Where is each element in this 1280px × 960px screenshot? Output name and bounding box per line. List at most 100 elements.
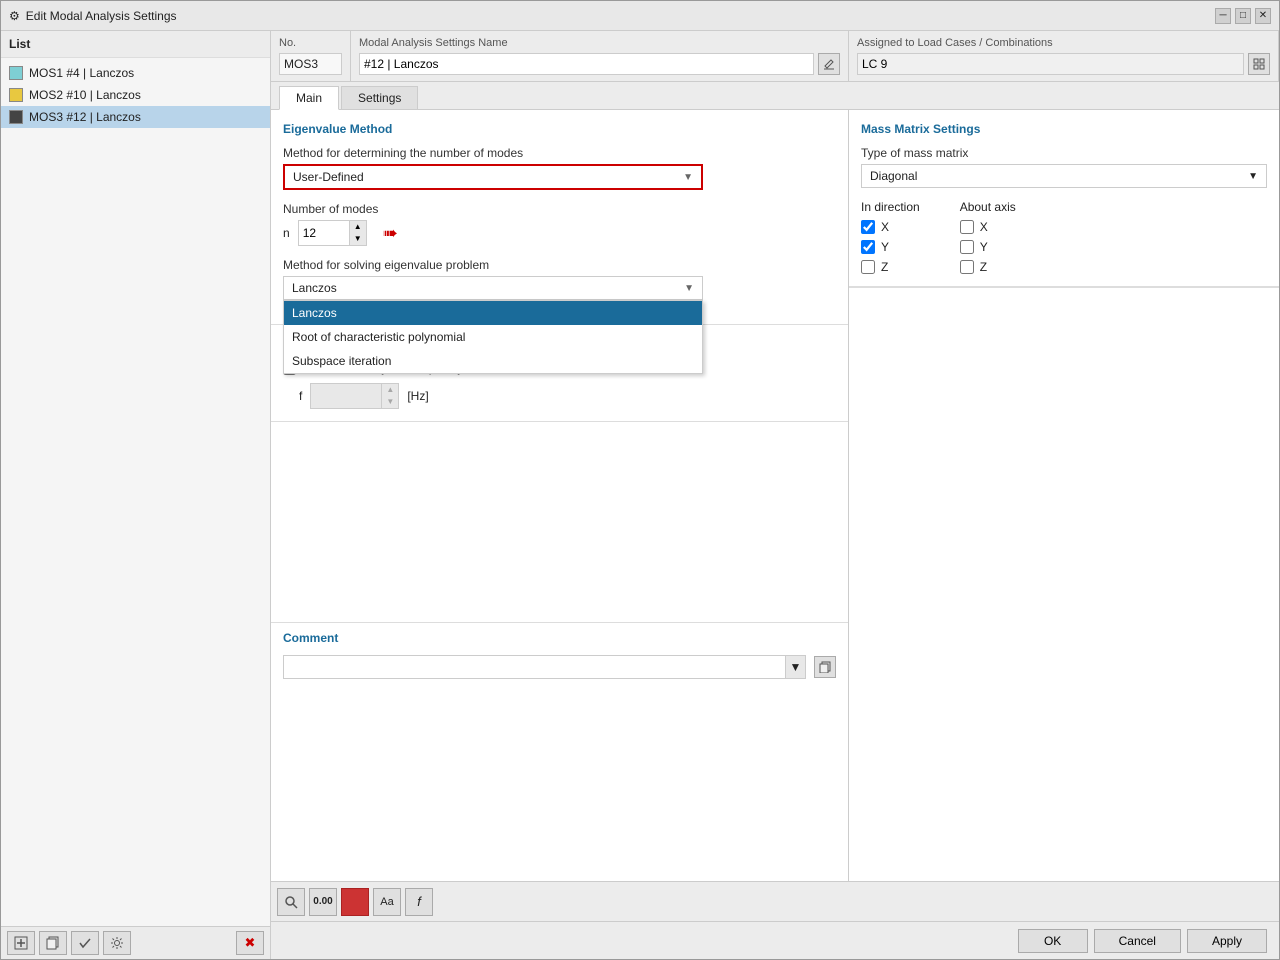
list-item[interactable]: MOS2 #10 | Lanczos — [1, 84, 270, 106]
main-window: ⚙ Edit Modal Analysis Settings ─ □ ✕ Lis… — [0, 0, 1280, 960]
freq-increment-button[interactable]: ▲ — [382, 384, 398, 396]
list-item[interactable]: MOS1 #4 | Lanczos — [1, 62, 270, 84]
comment-dropdown-arrow[interactable]: ▼ — [785, 656, 805, 678]
mass-type-value: Diagonal — [870, 169, 917, 183]
n-label: n — [283, 226, 290, 240]
modes-row: n ▲ ▼ ➠ — [283, 220, 836, 246]
axis-x-checkbox[interactable] — [960, 220, 974, 234]
no-cell: No. MOS3 — [271, 31, 351, 81]
about-axis-col: About axis X Y — [960, 200, 1016, 274]
assigned-input-row — [857, 53, 1270, 75]
assigned-grid-button[interactable] — [1248, 53, 1270, 75]
mass-type-dropdown[interactable]: Diagonal ▼ — [861, 164, 1267, 188]
comment-input[interactable] — [284, 657, 785, 677]
eigenvalue-section: Eigenvalue Method Method for determining… — [271, 110, 848, 325]
axis-y-label: Y — [980, 240, 988, 254]
direction-x-checkbox[interactable] — [861, 220, 875, 234]
dialog-footer: OK Cancel Apply — [271, 921, 1279, 959]
direction-z-label: Z — [881, 260, 888, 274]
direction-y-label: Y — [881, 240, 889, 254]
direction-y-checkbox[interactable] — [861, 240, 875, 254]
eigenvalue-dropdown[interactable]: Lanczos ▼ — [283, 276, 703, 300]
tab-settings[interactable]: Settings — [341, 86, 418, 109]
add-button[interactable] — [7, 931, 35, 955]
eigenvalue-dropdown-arrow: ▼ — [684, 283, 694, 294]
formula-button[interactable]: f — [405, 888, 433, 916]
assigned-input[interactable] — [857, 53, 1244, 75]
window-icon: ⚙ — [9, 9, 20, 23]
color-indicator — [9, 110, 23, 124]
left-panel: List MOS1 #4 | Lanczos MOS2 #10 | Lanczo… — [1, 31, 271, 959]
assigned-cell: Assigned to Load Cases / Combinations — [849, 31, 1279, 81]
copy-button[interactable] — [39, 931, 67, 955]
list-item-selected[interactable]: MOS3 #12 | Lanczos — [1, 106, 270, 128]
maximize-button[interactable]: □ — [1235, 8, 1251, 24]
settings-button[interactable] — [103, 931, 131, 955]
titlebar: ⚙ Edit Modal Analysis Settings ─ □ ✕ — [1, 1, 1279, 31]
hz-label: [Hz] — [407, 389, 428, 403]
direction-x-row: X — [861, 220, 920, 234]
eigenvalue-problem-field-group: Method for solving eigenvalue problem La… — [283, 258, 836, 300]
f-label: f — [299, 389, 302, 403]
delete-button[interactable]: ✖ — [236, 931, 264, 955]
freq-decrement-button[interactable]: ▼ — [382, 396, 398, 408]
cancel-button[interactable]: Cancel — [1094, 929, 1181, 953]
list-header: List — [1, 31, 270, 58]
axis-y-checkbox[interactable] — [960, 240, 974, 254]
validate-button[interactable] — [71, 931, 99, 955]
list-item-label: MOS2 #10 | Lanczos — [29, 88, 141, 102]
eigenvalue-option-subspace[interactable]: Subspace iteration — [284, 349, 702, 373]
modes-spinbox: ▲ ▼ — [298, 220, 367, 246]
method-dropdown-arrow: ▼ — [683, 172, 693, 183]
comment-row: ▼ — [283, 655, 836, 679]
name-edit-button[interactable] — [818, 53, 840, 75]
ok-button[interactable]: OK — [1018, 929, 1088, 953]
minimize-button[interactable]: ─ — [1215, 8, 1231, 24]
direction-z-checkbox[interactable] — [861, 260, 875, 274]
name-label: Modal Analysis Settings Name — [359, 37, 840, 49]
close-button[interactable]: ✕ — [1255, 8, 1271, 24]
arrow-annotation: ➠ — [383, 223, 398, 244]
mass-matrix-panel: Mass Matrix Settings Type of mass matrix… — [849, 110, 1279, 881]
mass-matrix-empty-section — [849, 287, 1279, 587]
name-input[interactable] — [359, 53, 814, 75]
name-input-row — [359, 53, 840, 75]
color-button[interactable] — [341, 888, 369, 916]
number-format-button[interactable]: 0.00 — [309, 888, 337, 916]
search-button[interactable] — [277, 888, 305, 916]
axis-z-label: Z — [980, 260, 987, 274]
bottom-toolbar: 0.00 Aa f — [271, 881, 1279, 921]
list-item-label: MOS1 #4 | Lanczos — [29, 66, 134, 80]
axis-z-checkbox[interactable] — [960, 260, 974, 274]
titlebar-title: ⚙ Edit Modal Analysis Settings — [9, 9, 177, 23]
eigenvalue-option-lanczos[interactable]: Lanczos — [284, 301, 702, 325]
modes-input[interactable] — [299, 224, 349, 242]
axis-z-row: Z — [960, 260, 1016, 274]
tab-main[interactable]: Main — [279, 86, 339, 110]
titlebar-controls: ─ □ ✕ — [1215, 8, 1271, 24]
method-dropdown-value: User-Defined — [293, 170, 364, 184]
axis-x-label: X — [980, 220, 988, 234]
freq-row: f ▲ ▼ [Hz] — [299, 383, 836, 409]
apply-button[interactable]: Apply — [1187, 929, 1267, 953]
list-item-label: MOS3 #12 | Lanczos — [29, 110, 141, 124]
direction-y-row: Y — [861, 240, 920, 254]
direction-x-label: X — [881, 220, 889, 234]
eigenvalue-dropdown-value: Lanczos — [292, 281, 337, 295]
modes-increment-button[interactable]: ▲ — [350, 221, 366, 233]
method-dropdown[interactable]: User-Defined ▼ — [283, 164, 703, 190]
eigenvalue-option-root[interactable]: Root of characteristic polynomial — [284, 325, 702, 349]
content-spacer — [271, 422, 848, 622]
main-settings-panel: Eigenvalue Method Method for determining… — [271, 110, 849, 881]
comment-section: Comment ▼ — [271, 622, 848, 687]
modes-field-group: Number of modes n ▲ ▼ — [283, 202, 836, 246]
comment-copy-button[interactable] — [814, 656, 836, 678]
modes-decrement-button[interactable]: ▼ — [350, 233, 366, 245]
top-row: No. MOS3 Modal Analysis Settings Name As… — [271, 31, 1279, 82]
no-label: No. — [279, 37, 342, 49]
freq-input[interactable] — [311, 387, 381, 405]
eigenvalue-problem-label: Method for solving eigenvalue problem — [283, 258, 836, 272]
direction-axis-group: In direction X Y — [861, 200, 1267, 274]
mass-type-arrow: ▼ — [1248, 171, 1258, 182]
text-format-button[interactable]: Aa — [373, 888, 401, 916]
